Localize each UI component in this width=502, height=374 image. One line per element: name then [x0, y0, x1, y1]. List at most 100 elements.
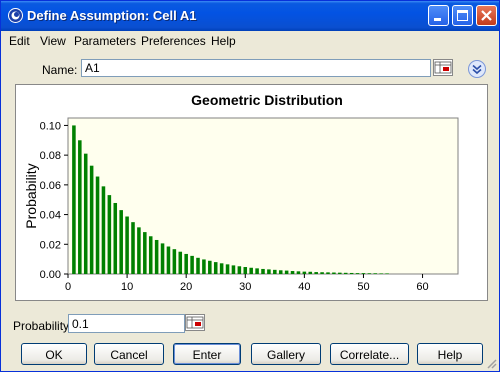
bar	[284, 270, 289, 274]
bar	[355, 273, 360, 274]
bar	[290, 271, 295, 274]
bar	[160, 243, 165, 274]
x-tick-label: 20	[180, 281, 192, 293]
x-tick-label: 50	[357, 281, 369, 293]
bar	[113, 202, 118, 274]
bar	[273, 269, 277, 274]
bar	[278, 270, 283, 274]
ok-button[interactable]: OK	[21, 343, 87, 365]
menu-help[interactable]: Help	[211, 34, 236, 48]
bar	[367, 273, 372, 274]
x-tick-label: 60	[416, 281, 428, 293]
close-icon	[481, 10, 492, 21]
bar	[196, 257, 200, 274]
cell-reference-icon	[186, 316, 204, 329]
correlate-button[interactable]: Correlate...	[330, 343, 409, 365]
y-tick-label: 0.08	[40, 150, 61, 162]
y-tick-label: 0.06	[40, 180, 61, 192]
bar	[308, 271, 313, 274]
menu-edit[interactable]: Edit	[9, 34, 30, 48]
chart-title: Geometric Distribution	[191, 92, 343, 108]
bar	[219, 263, 224, 274]
name-input[interactable]	[81, 59, 431, 77]
double-chevron-down-icon	[468, 60, 486, 78]
bar	[237, 266, 242, 274]
bar	[78, 140, 82, 274]
bar	[320, 272, 324, 274]
bar	[326, 272, 330, 274]
bar	[349, 272, 354, 274]
bar	[143, 232, 147, 274]
bar	[107, 195, 112, 274]
menu-parameters[interactable]: Parameters	[74, 34, 136, 48]
bar	[154, 239, 159, 274]
bar	[119, 210, 123, 274]
bar	[83, 153, 88, 274]
y-tick-label: 0.00	[40, 269, 61, 281]
gallery-button[interactable]: Gallery	[251, 343, 321, 365]
y-tick-label: 0.04	[40, 210, 61, 222]
bar	[338, 272, 342, 274]
menu-bar: Edit View Parameters Preferences Help	[1, 31, 499, 50]
bar	[243, 267, 248, 274]
bar	[89, 165, 94, 274]
bar	[190, 255, 194, 274]
bar	[385, 273, 389, 275]
x-tick-label: 10	[121, 281, 133, 293]
menu-view[interactable]: View	[40, 34, 66, 48]
chart-panel: Geometric Distribution 0.00 0.02 0.04 0.06 0.…	[15, 84, 488, 301]
bar	[202, 259, 206, 274]
bar	[261, 268, 265, 274]
y-axis-label: Probability	[23, 163, 39, 228]
bar	[72, 125, 76, 274]
define-assumption-window: Define Assumption: Cell A1 Edit View Par…	[0, 0, 500, 372]
bar	[213, 262, 218, 274]
probability-cell-reference-button[interactable]	[185, 314, 205, 331]
bar	[172, 249, 177, 274]
bar	[314, 272, 318, 274]
bar	[148, 236, 153, 274]
menu-preferences[interactable]: Preferences	[141, 34, 206, 48]
probability-label: Probability	[13, 319, 70, 333]
bar	[302, 271, 307, 274]
bar	[249, 267, 253, 274]
bar	[332, 272, 336, 274]
resize-grip-icon[interactable]	[485, 357, 497, 369]
bar	[125, 216, 129, 274]
probability-input[interactable]	[68, 314, 185, 333]
bar	[343, 272, 348, 274]
bar	[208, 260, 212, 274]
bar	[101, 186, 106, 274]
bar	[267, 269, 271, 274]
bar	[184, 253, 188, 274]
y-tick-label: 0.10	[40, 120, 61, 132]
bar	[131, 222, 135, 274]
minimize-button[interactable]	[428, 5, 449, 26]
crystal-ball-app-icon	[8, 8, 23, 23]
bar	[255, 268, 259, 274]
maximize-button[interactable]	[452, 5, 473, 26]
expand-dialog-button[interactable]	[467, 59, 487, 79]
x-tick-label: 30	[239, 281, 251, 293]
name-cell-reference-button[interactable]	[433, 59, 453, 76]
bar	[231, 265, 236, 274]
title-bar[interactable]: Define Assumption: Cell A1	[1, 1, 499, 31]
bar	[166, 246, 171, 274]
bar	[361, 273, 366, 274]
bar	[178, 251, 183, 274]
bar	[225, 264, 230, 274]
name-label: Name:	[42, 63, 78, 77]
cancel-button[interactable]: Cancel	[94, 343, 164, 365]
close-button[interactable]	[476, 5, 497, 26]
bar	[373, 273, 378, 274]
help-button[interactable]: Help	[417, 343, 483, 365]
bar	[137, 227, 141, 274]
window-title: Define Assumption: Cell A1	[27, 8, 197, 23]
minimize-icon	[434, 18, 441, 21]
bar	[296, 271, 301, 274]
x-tick-label: 0	[65, 281, 71, 293]
y-tick-label: 0.02	[40, 239, 61, 251]
bar	[379, 273, 383, 275]
enter-button[interactable]: Enter	[173, 343, 241, 365]
cell-reference-icon	[434, 61, 452, 74]
